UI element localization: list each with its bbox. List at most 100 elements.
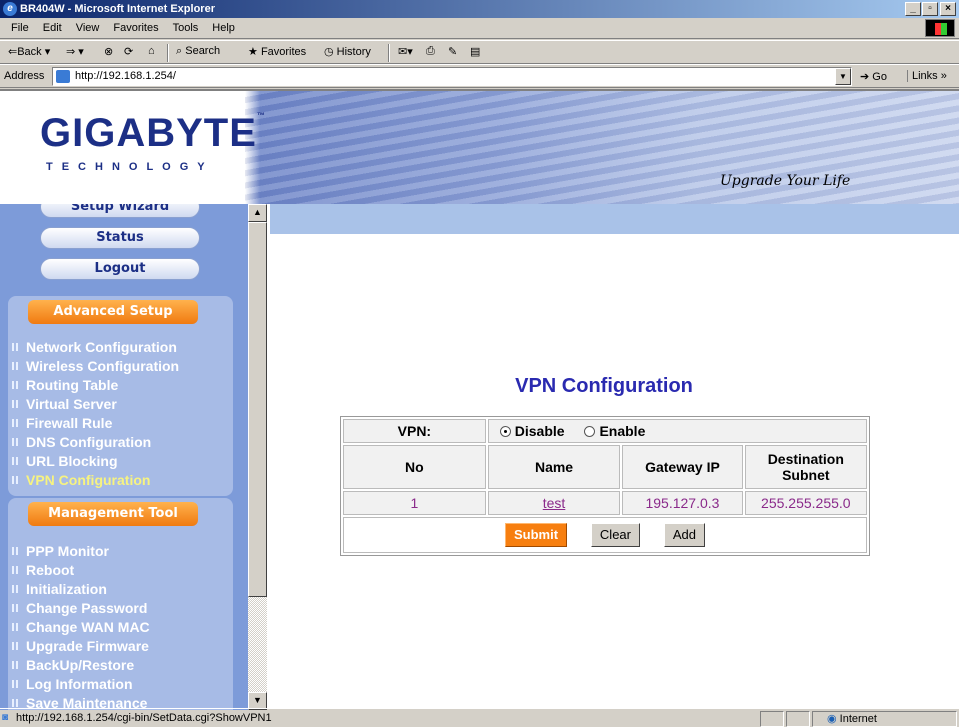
sidebar-scrollbar[interactable]: ▲ ▼: [248, 204, 267, 710]
menu-tools[interactable]: Tools: [166, 18, 206, 34]
sidebar-item-backup-restore[interactable]: BackUp/Restore: [12, 657, 134, 673]
content-top-bar: [270, 204, 959, 234]
maximize-button[interactable]: ▫: [922, 2, 938, 16]
forward-button[interactable]: ⇒ ▾: [66, 45, 84, 58]
address-input[interactable]: http://192.168.1.254/: [52, 67, 852, 86]
nav-label: Reboot: [26, 562, 75, 578]
bullet-icon: [12, 438, 20, 446]
address-label: Address: [4, 70, 45, 82]
sidebar-item-dns-configuration[interactable]: DNS Configuration: [12, 434, 151, 450]
menu-help[interactable]: Help: [205, 18, 242, 34]
logo-text: GIGABYTE: [40, 111, 257, 155]
sidebar-item-change-password[interactable]: Change Password: [12, 600, 147, 616]
page-title: VPN Configuration: [515, 375, 693, 397]
page-icon: [56, 70, 70, 83]
history-label: History: [336, 46, 371, 58]
standard-toolbar: ⇐Back ▾ ⇒ ▾ ⊗ ⟳ ⌂ ⌕ Search ★ Favorites ◷…: [0, 40, 959, 64]
scroll-up-icon[interactable]: ▲: [248, 204, 267, 222]
enable-radio-option[interactable]: Enable: [584, 423, 645, 439]
menu-file[interactable]: File: [4, 18, 36, 34]
menu-view[interactable]: View: [69, 18, 107, 34]
button-row: Submit Clear Add: [343, 517, 867, 553]
enable-radio[interactable]: [584, 426, 596, 437]
sidebar-item-virtual-server[interactable]: Virtual Server: [12, 396, 117, 412]
sidebar-item-routing-table[interactable]: Routing Table: [12, 377, 118, 393]
disable-radio-option[interactable]: Disable: [499, 423, 565, 439]
search-button[interactable]: ⌕ Search: [176, 45, 220, 58]
bullet-icon: [12, 566, 20, 574]
sidebar-item-network-configuration[interactable]: Network Configuration: [12, 339, 177, 355]
nav-label: BackUp/Restore: [26, 657, 135, 673]
sidebar-item-url-blocking[interactable]: URL Blocking: [12, 453, 118, 469]
menu-favorites[interactable]: Favorites: [106, 18, 165, 34]
sidebar-item-vpn-configuration[interactable]: VPN Configuration: [12, 472, 150, 488]
vpn-radio-group: Disable Enable: [487, 419, 867, 443]
sidebar-item-reboot[interactable]: Reboot: [12, 562, 74, 578]
home-icon[interactable]: ⌂: [148, 45, 155, 57]
sidebar-item-wireless-configuration[interactable]: Wireless Configuration: [12, 358, 179, 374]
enable-label: Enable: [599, 423, 646, 439]
vpn-entry-link[interactable]: test: [543, 495, 566, 511]
clear-button[interactable]: Clear: [590, 523, 640, 547]
favorites-button[interactable]: ★ Favorites: [248, 45, 306, 58]
table-header-row: No Name Gateway IP Destination Subnet: [343, 445, 867, 489]
sidebar-status-button[interactable]: Status: [40, 227, 200, 249]
back-button[interactable]: ⇐Back ▾: [8, 45, 50, 58]
column-header-destination-subnet: Destination Subnet: [744, 445, 867, 489]
sidebar-item-change-wan-mac[interactable]: Change WAN MAC: [12, 619, 150, 635]
globe-icon: ◉: [827, 713, 837, 725]
menu-edit[interactable]: Edit: [36, 18, 69, 34]
close-button[interactable]: ×: [940, 2, 956, 16]
address-dropdown-button[interactable]: ▼: [835, 68, 851, 85]
row-gateway-ip: 195.127.0.3: [622, 491, 743, 515]
disable-radio[interactable]: [499, 426, 511, 437]
header-banner-image: [245, 91, 959, 204]
sidebar-item-firewall-rule[interactable]: Firewall Rule: [12, 415, 112, 431]
address-url: http://192.168.1.254/: [75, 70, 176, 82]
bullet-icon: [12, 585, 20, 593]
refresh-icon[interactable]: ⟳: [124, 45, 133, 58]
toolbar-separator: [167, 44, 169, 62]
history-icon: ◷: [324, 46, 334, 58]
minimize-button[interactable]: _: [905, 2, 921, 16]
discuss-icon[interactable]: ▤: [470, 45, 480, 58]
table-row: 1 test 195.127.0.3 255.255.255.0: [343, 491, 867, 515]
page-icon: ◙: [2, 712, 9, 723]
links-button[interactable]: Links »: [907, 70, 947, 82]
sidebar-item-log-information[interactable]: Log Information: [12, 676, 133, 692]
menu-bar: File Edit View Favorites Tools Help: [0, 18, 959, 39]
edit-icon[interactable]: ✎: [448, 45, 457, 58]
sidebar-setup-wizard-button[interactable]: Setup Wizard: [40, 204, 200, 218]
sidebar-item-ppp-monitor[interactable]: PPP Monitor: [12, 543, 109, 559]
go-arrow-icon: ➔: [860, 71, 870, 83]
nav-label: Routing Table: [26, 377, 119, 393]
bullet-icon: [12, 400, 20, 408]
nav-label: Firewall Rule: [26, 415, 113, 431]
gigabyte-logo: GIGABYTE™: [40, 111, 266, 156]
bullet-icon: [12, 457, 20, 465]
window-title: BR404W - Microsoft Internet Explorer: [20, 3, 215, 15]
sidebar-logout-button[interactable]: Logout: [40, 258, 200, 280]
windows-logo-icon: [925, 19, 955, 37]
nav-label: Virtual Server: [26, 396, 117, 412]
scrollbar-thumb[interactable]: [248, 222, 267, 597]
submit-button[interactable]: Submit: [504, 523, 568, 547]
sidebar-item-initialization[interactable]: Initialization: [12, 581, 107, 597]
go-label: Go: [872, 71, 887, 83]
nav-label: PPP Monitor: [26, 543, 109, 559]
management-tool-header: Management Tool: [28, 502, 198, 526]
nav-label: Log Information: [26, 676, 133, 692]
sidebar-item-upgrade-firmware[interactable]: Upgrade Firmware: [12, 638, 149, 654]
print-icon[interactable]: ⎙: [426, 45, 435, 58]
vpn-toggle-row: VPN: Disable Enable: [343, 419, 867, 443]
history-button[interactable]: ◷ History: [324, 45, 371, 58]
nav-label: Change WAN MAC: [26, 619, 150, 635]
favorites-label: Favorites: [260, 46, 307, 58]
stop-icon[interactable]: ⊗: [104, 45, 113, 58]
nav-label: URL Blocking: [26, 453, 118, 469]
sidebar-nav: Setup Wizard Status Logout Advanced Setu…: [0, 204, 248, 710]
status-bar: ◙ http://192.168.1.254/cgi-bin/SetData.c…: [0, 708, 959, 727]
go-button[interactable]: ➔ Go: [860, 70, 887, 83]
mail-icon[interactable]: ✉▾: [398, 45, 413, 58]
add-button[interactable]: Add: [663, 523, 706, 547]
